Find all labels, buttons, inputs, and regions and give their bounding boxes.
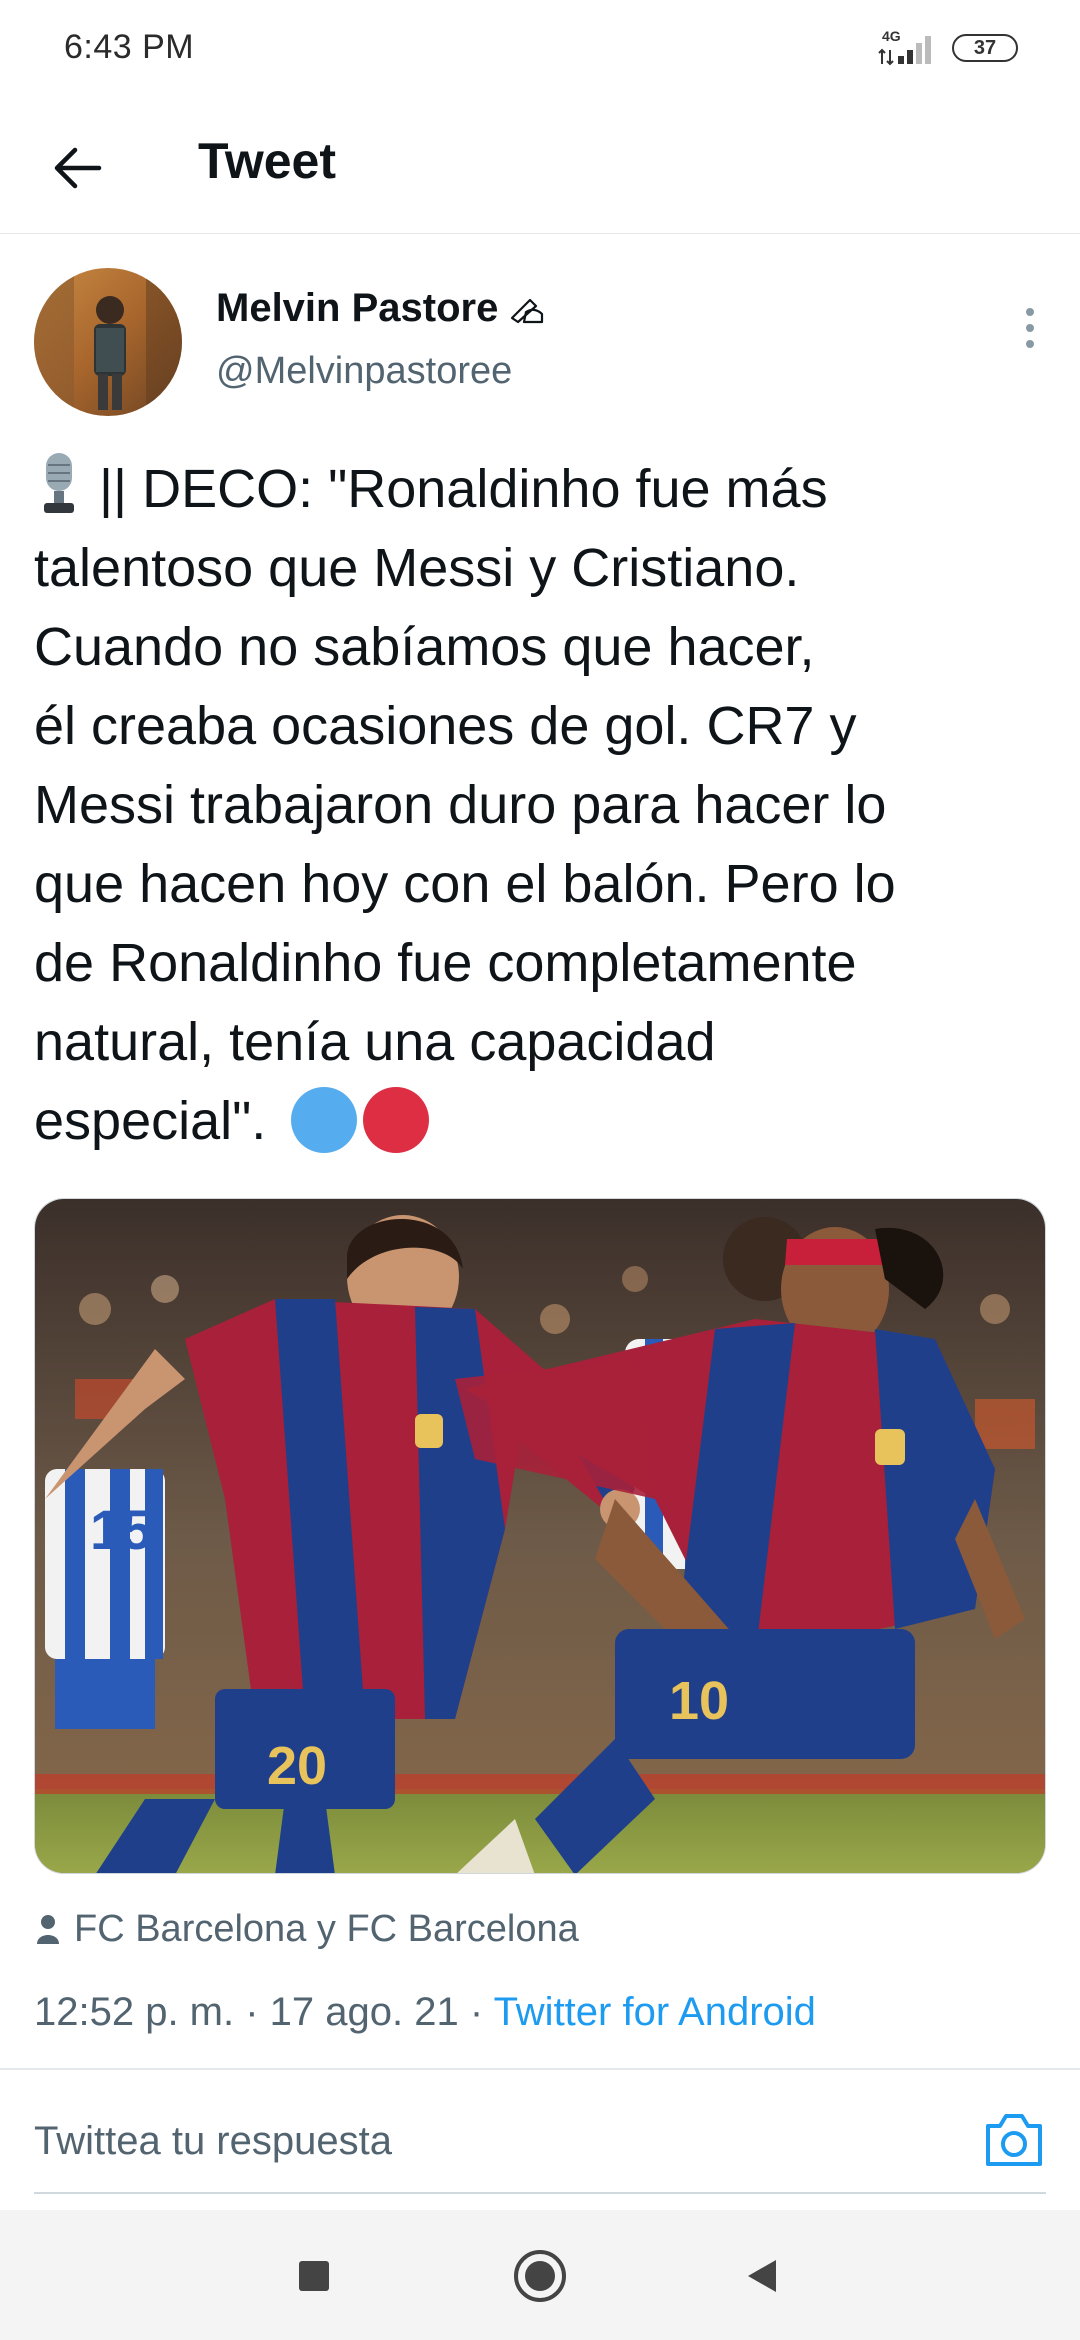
svg-text:15: 15 bbox=[90, 1498, 152, 1561]
svg-text:10: 10 bbox=[669, 1671, 729, 1731]
more-dot bbox=[1026, 324, 1034, 332]
author-handle[interactable]: @Melvinpastoree bbox=[216, 350, 512, 393]
square-icon bbox=[299, 2261, 329, 2291]
more-dot bbox=[1026, 340, 1034, 348]
svg-text:20: 20 bbox=[267, 1736, 327, 1796]
tweet-text-line: de Ronaldinho fue completamente bbox=[34, 933, 857, 993]
author-name[interactable]: Melvin Pastore bbox=[216, 286, 546, 331]
system-nav-bar bbox=[0, 2210, 1080, 2340]
signal-icon: 4G bbox=[876, 28, 938, 68]
tagged-people[interactable]: FC Barcelona y FC Barcelona bbox=[36, 1908, 579, 1951]
author-name-text: Melvin Pastore bbox=[216, 286, 499, 330]
recents-button[interactable] bbox=[282, 2244, 346, 2308]
reply-bar bbox=[0, 2070, 1080, 2210]
person-icon bbox=[37, 1914, 59, 1944]
avatar[interactable] bbox=[34, 268, 182, 416]
back-arrow-icon bbox=[54, 147, 102, 189]
tweet-text-segment: || DECO: "Ronaldinho fue más bbox=[99, 459, 828, 519]
tweet-author-row: Melvin Pastore @Melvinpastoree bbox=[0, 234, 1080, 434]
triangle-back-icon bbox=[748, 2260, 776, 2292]
back-nav-button[interactable] bbox=[730, 2244, 794, 2308]
tweet-text-line: || DECO: "Ronaldinho fue más bbox=[34, 450, 1046, 529]
microphone-icon bbox=[44, 453, 74, 513]
tweet-text-line: que hacen hoy con el balón. Pero lo bbox=[34, 854, 896, 914]
tweet-text: || DECO: "Ronaldinho fue más talentoso q… bbox=[34, 450, 1046, 1161]
home-circle-icon bbox=[514, 2250, 566, 2302]
status-time: 6:43 PM bbox=[64, 28, 195, 66]
tagged-people-text: FC Barcelona y FC Barcelona bbox=[74, 1908, 579, 1950]
tweet-photo[interactable]: 15 20 10 bbox=[34, 1198, 1046, 1874]
tweet-text-line: Cuando no sabíamos que hacer, bbox=[34, 617, 815, 677]
status-icons: 4G 37 bbox=[876, 28, 1018, 68]
tweet-meta: 12:52 p. m. · 17 ago. 21 · Twitter for A… bbox=[34, 1990, 816, 2035]
tweet-text-line: él creaba ocasiones de gol. CR7 y bbox=[34, 696, 857, 756]
tweet-source-link[interactable]: Twitter for Android bbox=[494, 1990, 816, 2034]
more-dot bbox=[1026, 308, 1034, 316]
app-header: Tweet bbox=[0, 98, 1080, 234]
red-circle-icon bbox=[363, 1087, 430, 1153]
writing-hand-icon bbox=[511, 298, 544, 323]
more-options-button[interactable] bbox=[1010, 292, 1050, 364]
back-button[interactable] bbox=[36, 126, 120, 210]
status-bar: 6:43 PM 4G 37 bbox=[0, 0, 1080, 98]
reply-underline bbox=[34, 2192, 1046, 2194]
battery-icon: 37 bbox=[952, 34, 1018, 62]
battery-level: 37 bbox=[973, 36, 997, 59]
tweet-text-line: Messi trabajaron duro para hacer lo bbox=[34, 775, 887, 835]
home-button[interactable] bbox=[508, 2244, 572, 2308]
tweet-timestamp: 12:52 p. m. · 17 ago. 21 · bbox=[34, 1990, 494, 2034]
blue-circle-icon bbox=[291, 1087, 358, 1153]
camera-button[interactable] bbox=[982, 2110, 1046, 2170]
tweet-text-line: especial". bbox=[34, 1082, 1046, 1161]
network-label: 4G bbox=[882, 28, 901, 44]
page-title: Tweet bbox=[198, 133, 336, 189]
tweet-text-line: talentoso que Messi y Cristiano. bbox=[34, 538, 800, 598]
camera-icon bbox=[986, 2114, 1042, 2166]
reply-input[interactable] bbox=[34, 2096, 934, 2186]
tweet-text-segment: especial". bbox=[34, 1091, 267, 1151]
tweet-text-line: natural, tenía una capacidad bbox=[34, 1012, 716, 1072]
